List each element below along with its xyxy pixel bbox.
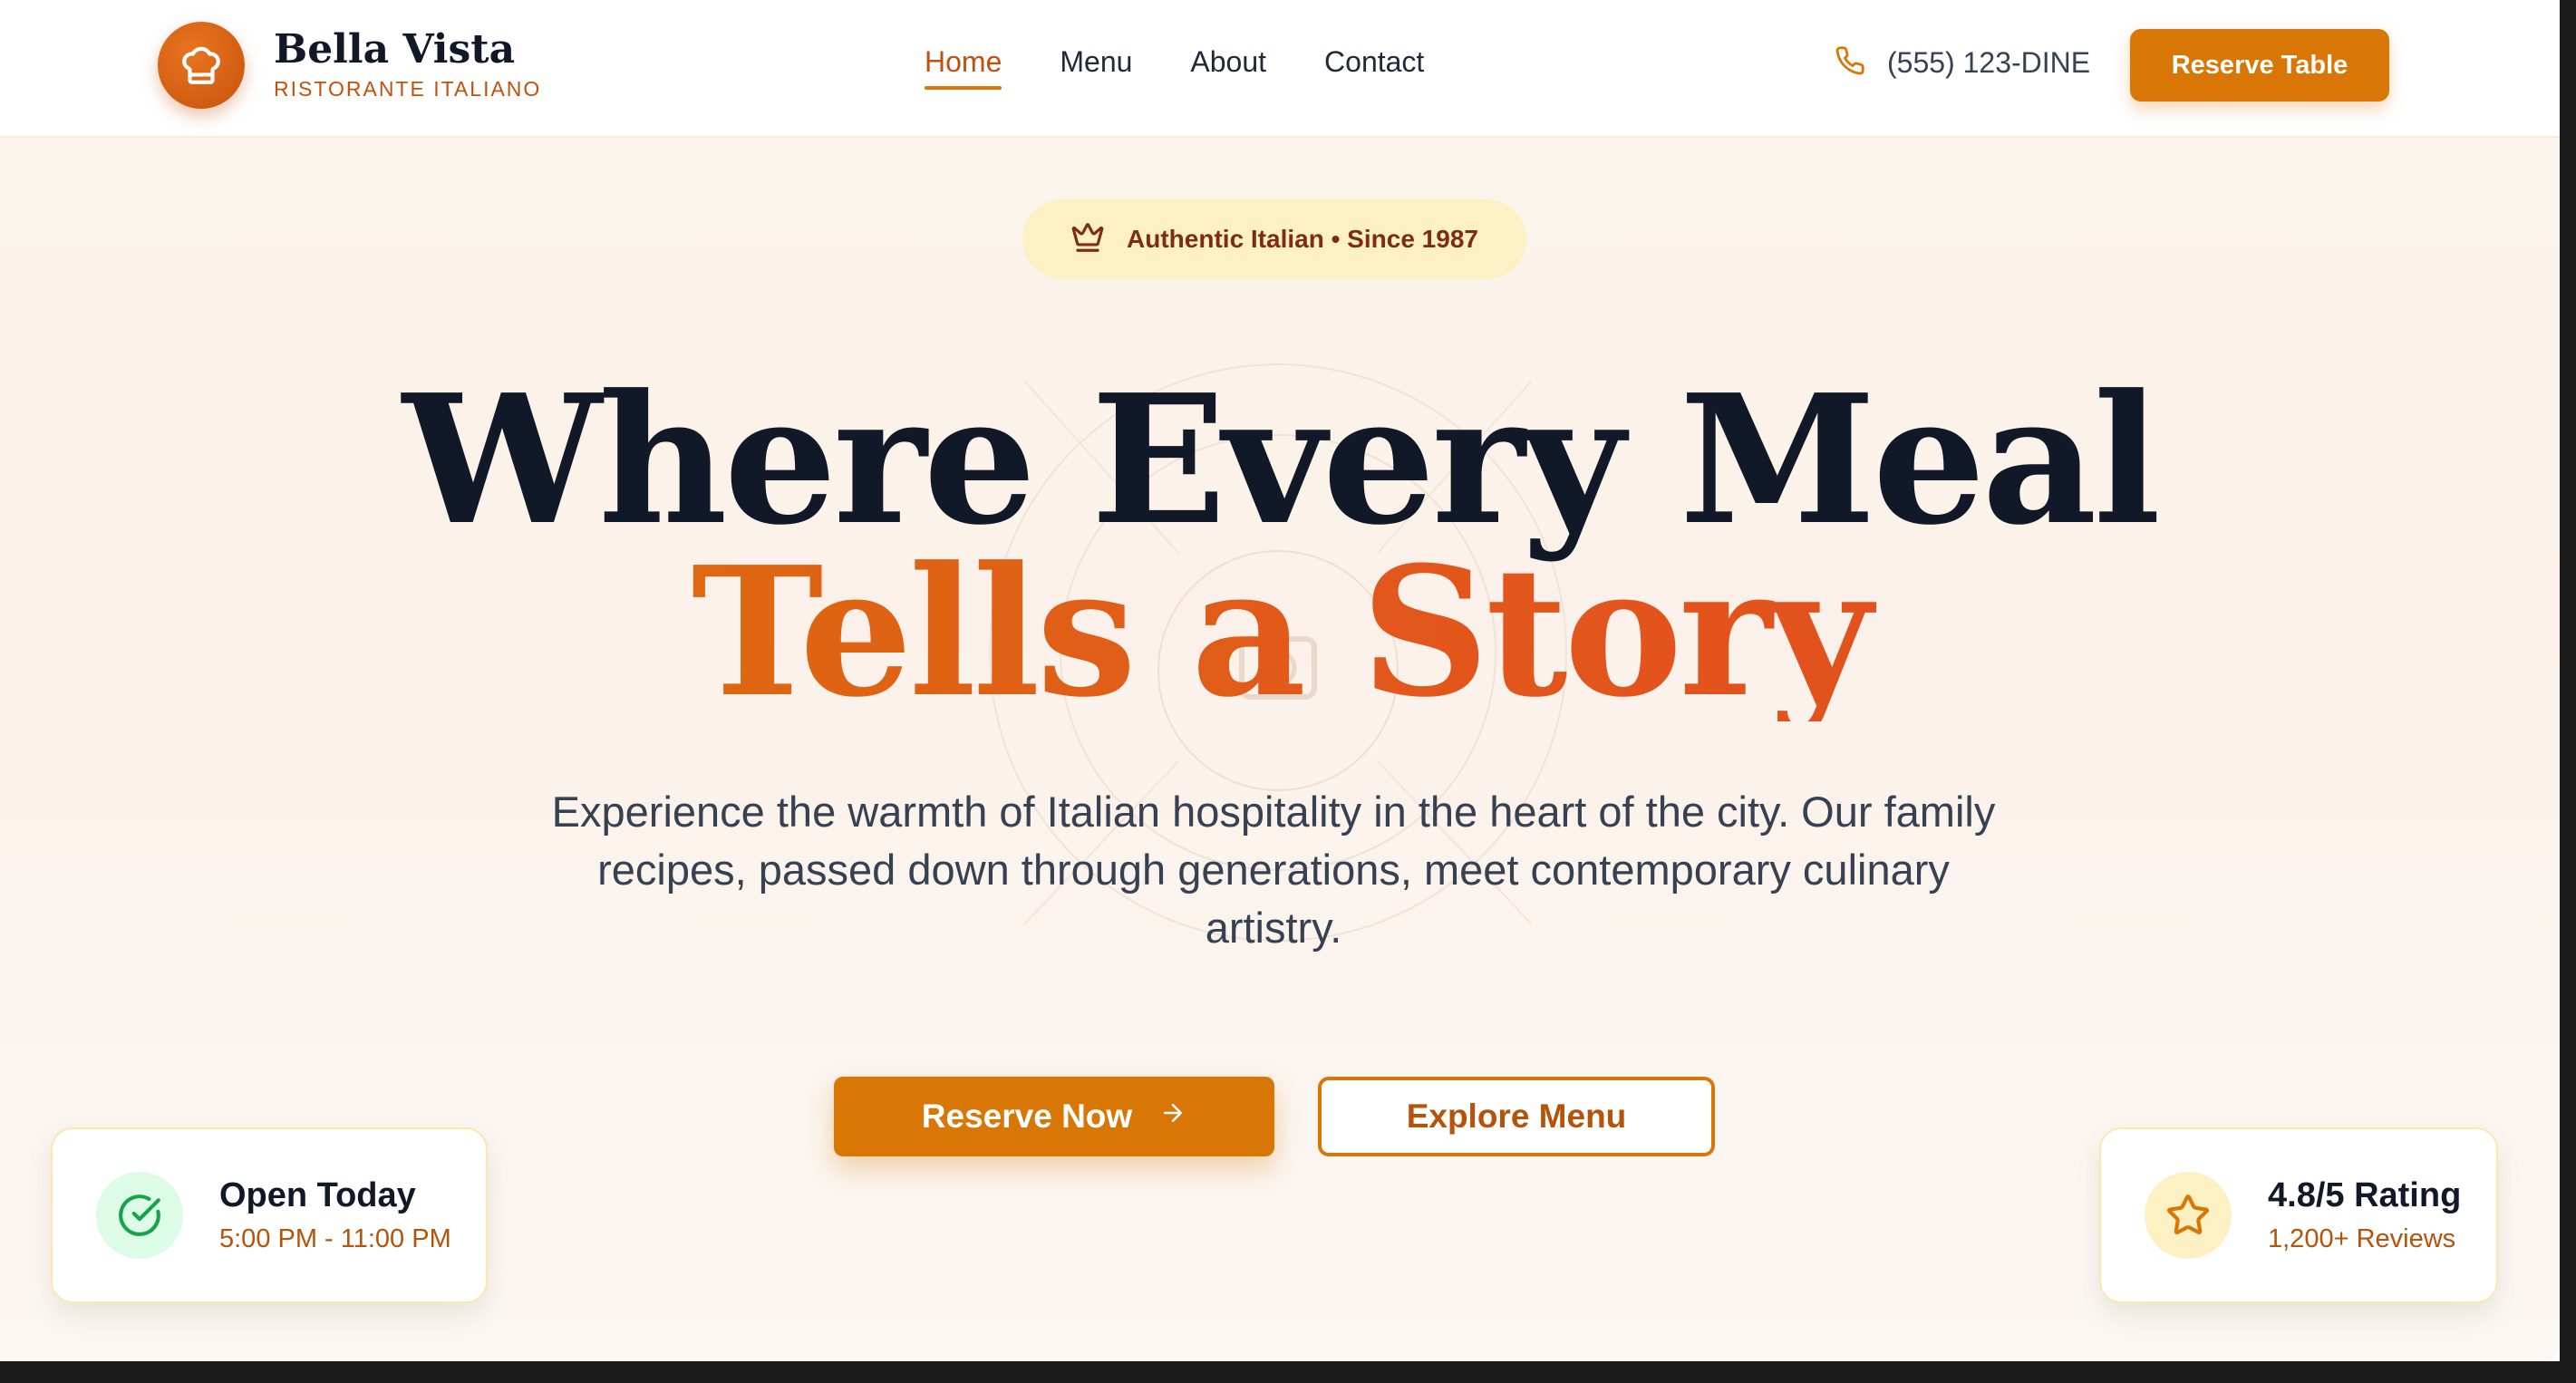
star-icon <box>2145 1172 2232 1259</box>
arrow-right-icon <box>1159 1099 1186 1134</box>
brand-name: Bella Vista <box>274 26 516 73</box>
nav-item-contact[interactable]: Contact <box>1324 45 1424 88</box>
explore-menu-button[interactable]: Explore Menu <box>1318 1077 1715 1156</box>
headline-line-1: Where Every Meal <box>402 356 2161 565</box>
reserve-table-button[interactable]: Reserve Table <box>2130 29 2389 102</box>
page: Bella Vista RISTORANTE ITALIANO Home Men… <box>0 0 2560 1361</box>
site-header: Bella Vista RISTORANTE ITALIANO Home Men… <box>0 0 2560 138</box>
headline-line-2: Tells a Story <box>0 544 2560 721</box>
reserve-now-button[interactable]: Reserve Now <box>834 1077 1274 1156</box>
hero-description: Experience the warmth of Italian hospita… <box>551 788 1996 952</box>
nav-item-menu[interactable]: Menu <box>1060 45 1132 88</box>
hours-time: 5:00 PM - 11:00 PM <box>219 1224 451 1253</box>
badge-text: Authentic Italian • Since 1987 <box>1127 225 1478 253</box>
opening-hours-card: Open Today 5:00 PM - 11:00 PM <box>51 1127 488 1303</box>
check-circle-icon <box>96 1172 183 1259</box>
rating-card: 4.8/5 Rating 1,200+ Reviews <box>2099 1127 2498 1303</box>
phone-number: (555) 123-DINE <box>1887 46 2091 79</box>
brand[interactable]: Bella Vista RISTORANTE ITALIANO <box>158 22 541 109</box>
nav-item-home[interactable]: Home <box>925 45 1002 90</box>
window-edge <box>2560 0 2576 1383</box>
nav-item-about[interactable]: About <box>1190 45 1266 88</box>
phone-icon <box>1835 45 1865 81</box>
rating-title: 4.8/5 Rating <box>2268 1176 2462 1214</box>
window-edge-bottom <box>0 1361 2576 1383</box>
chef-hat-icon <box>158 22 245 109</box>
brand-tagline: RISTORANTE ITALIANO <box>274 76 542 101</box>
heritage-badge: Authentic Italian • Since 1987 <box>1022 199 1526 279</box>
phone-link[interactable]: (555) 123-DINE <box>1835 45 2090 81</box>
main-nav: Home Menu About Contact <box>925 45 1482 90</box>
rating-reviews: 1,200+ Reviews <box>2268 1224 2456 1253</box>
crown-icon <box>1070 220 1105 259</box>
hours-title: Open Today <box>219 1176 416 1214</box>
reserve-now-label: Reserve Now <box>921 1098 1133 1135</box>
